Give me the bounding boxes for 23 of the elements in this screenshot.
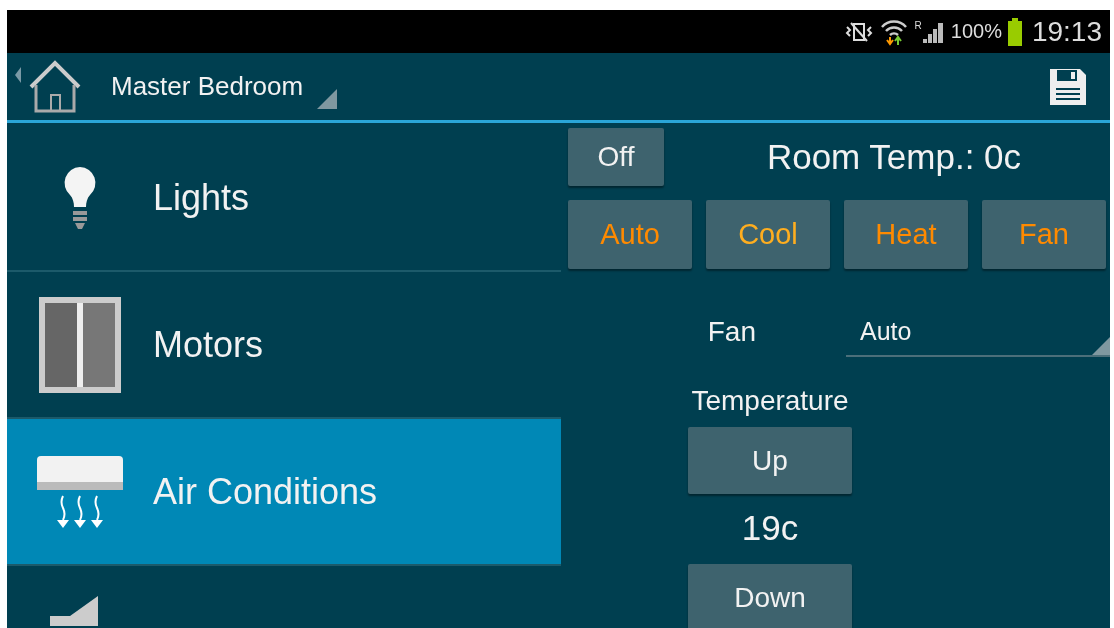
temperature-value: 19c	[741, 508, 799, 548]
sidebar-item[interactable]: Lights	[7, 125, 561, 272]
temperature-label: Temperature	[691, 385, 849, 417]
dropdown-corner-icon	[1092, 335, 1110, 355]
down-button[interactable]: Down	[688, 564, 852, 628]
mode-button[interactable]: Cool	[706, 200, 830, 269]
power-button[interactable]: Off	[568, 128, 664, 186]
clock: 19:13	[1031, 15, 1102, 48]
vibrate-icon	[844, 20, 873, 43]
fan-dropdown[interactable]: Auto	[846, 307, 1110, 357]
window-icon	[37, 294, 123, 395]
room-temperature: Room Temp.: 0c	[765, 137, 1023, 177]
room-dropdown[interactable]: Master Bedroom	[111, 60, 338, 113]
sidebar-item[interactable]: Air Conditions	[7, 419, 561, 566]
battery-percent: 100%	[950, 20, 1002, 43]
save-button[interactable]	[1048, 66, 1088, 107]
fan-label: Fan	[706, 316, 757, 348]
wifi-icon	[878, 17, 909, 46]
dropdown-corner-icon	[317, 88, 338, 109]
signal-icon	[922, 20, 945, 43]
network-type: R	[914, 20, 922, 31]
up-button[interactable]: Up	[688, 427, 852, 494]
battery-icon	[1007, 17, 1022, 46]
